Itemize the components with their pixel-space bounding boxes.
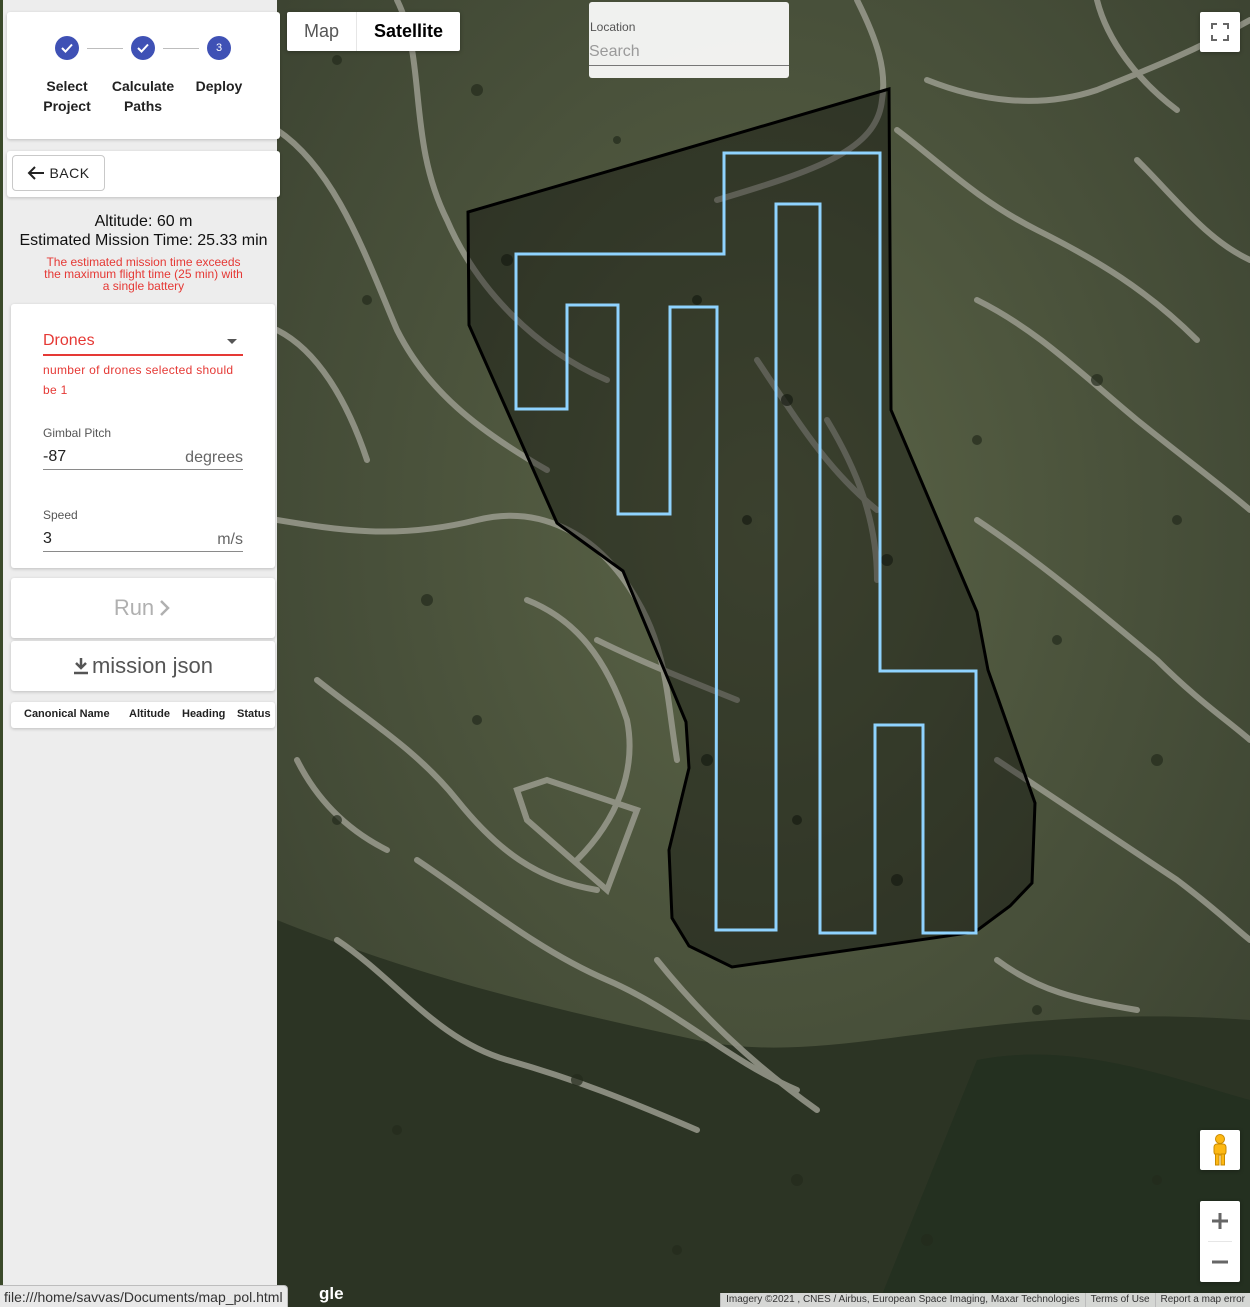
- run-button[interactable]: Run: [11, 578, 275, 638]
- step-connector: [163, 48, 199, 49]
- map-type-satellite-button[interactable]: Satellite: [357, 12, 460, 51]
- speed-value: 3: [43, 530, 52, 547]
- street-view-pegman-button[interactable]: [1200, 1130, 1240, 1170]
- back-button[interactable]: BACK: [12, 155, 105, 191]
- column-header-heading: Heading: [182, 708, 226, 720]
- step-3-label: Deploy: [195, 78, 243, 94]
- map-attribution: Imagery ©2021 , CNES / Airbus, European …: [720, 1293, 1250, 1307]
- column-header-altitude: Altitude: [129, 708, 170, 720]
- fullscreen-icon: [1211, 23, 1229, 41]
- gimbal-pitch-value: -87: [43, 448, 67, 465]
- minus-icon: [1212, 1260, 1228, 1264]
- browser-status-url: file:///home/savvas/Documents/map_pol.ht…: [0, 1285, 288, 1307]
- back-button-label: BACK: [49, 165, 90, 181]
- location-label: Location: [590, 20, 636, 34]
- estimated-time-text: Estimated Mission Time: 25.33 min: [19, 232, 268, 249]
- gimbal-pitch-label: Gimbal Pitch: [43, 426, 112, 440]
- mission-info: Altitude: 60 m Estimated Mission Time: 2…: [7, 212, 280, 292]
- run-button-label: Run: [113, 595, 155, 620]
- chevron-right-icon: [160, 600, 170, 616]
- map-type-map-button[interactable]: Map: [287, 12, 356, 51]
- arrow-left-icon: [28, 166, 45, 180]
- satellite-imagery: [277, 0, 1250, 1307]
- mission-settings-form: Drones number of drones selected should …: [11, 304, 275, 568]
- flight-time-warning: The estimated mission time exceeds the m…: [44, 255, 243, 293]
- speed-label: Speed: [43, 508, 78, 522]
- gimbal-pitch-unit: degrees: [185, 449, 243, 466]
- drones-select[interactable]: Drones: [43, 332, 243, 356]
- speed-unit: m/s: [217, 531, 243, 548]
- drone-status-table: Canonical Name Altitude Heading Status: [11, 702, 275, 728]
- location-search-box: Location: [589, 2, 789, 78]
- download-mission-json-button[interactable]: mission json: [11, 641, 275, 691]
- satellite-map[interactable]: Map Satellite Location Search gle Imager…: [277, 0, 1250, 1307]
- report-map-error-link[interactable]: Report a map error: [1154, 1293, 1250, 1307]
- pegman-icon: [1213, 1134, 1227, 1166]
- speed-input[interactable]: 3 m/s: [43, 528, 243, 552]
- mission-sidebar: 3 Select Project Calculate Paths Deploy BA…: [0, 0, 280, 1307]
- download-icon: [73, 658, 88, 675]
- fullscreen-button[interactable]: [1200, 12, 1240, 52]
- altitude-text: Altitude: 60 m: [94, 213, 193, 230]
- step-1-complete-icon: [55, 36, 79, 60]
- location-search-input[interactable]: [589, 38, 789, 66]
- step-2-complete-icon: [131, 36, 155, 60]
- zoom-out-button[interactable]: [1200, 1242, 1240, 1282]
- mission-json-label: mission json: [91, 653, 214, 678]
- deploy-stepper: 3 Select Project Calculate Paths Deploy: [7, 12, 280, 139]
- column-header-canonical-name: Canonical Name: [24, 708, 110, 720]
- back-toolbar: BACK: [7, 151, 280, 197]
- zoom-in-button[interactable]: [1200, 1201, 1240, 1241]
- step-3-number: 3: [207, 36, 231, 60]
- plus-icon: [1212, 1213, 1228, 1229]
- column-header-status: Status: [237, 708, 271, 720]
- dropdown-arrow-icon: [227, 339, 237, 344]
- zoom-control: [1200, 1201, 1240, 1282]
- terms-of-use-link[interactable]: Terms of Use: [1084, 1293, 1155, 1307]
- drones-error-text: number of drones selected should be 1: [43, 363, 234, 397]
- map-type-control: Map Satellite: [287, 12, 461, 51]
- drones-select-label: Drones: [43, 332, 95, 349]
- step-connector: [87, 48, 123, 49]
- imagery-attribution: Imagery ©2021 , CNES / Airbus, European …: [720, 1293, 1085, 1307]
- google-logo: gle: [319, 1284, 344, 1303]
- gimbal-pitch-input[interactable]: -87 degrees: [43, 446, 243, 470]
